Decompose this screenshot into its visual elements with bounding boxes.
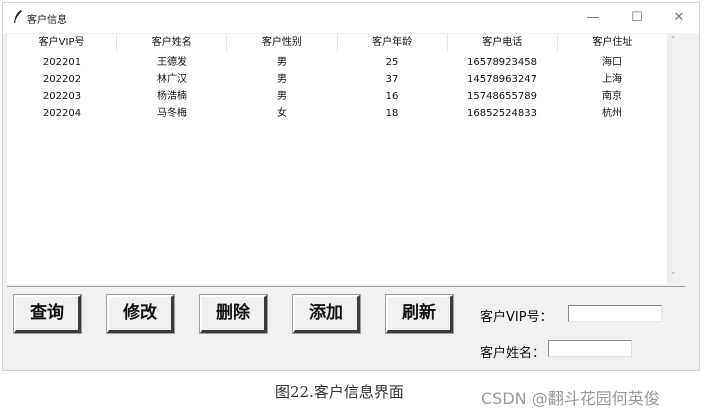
- column-header-age[interactable]: 客户年龄: [338, 34, 448, 52]
- cell-gender: 男: [277, 91, 287, 102]
- cell-gender: 女: [277, 108, 287, 119]
- cell-gender: 男: [277, 57, 287, 68]
- cell-address: 杭州: [602, 108, 622, 119]
- cell-phone: 15748655789: [467, 91, 537, 102]
- cell-vip: 202204: [42, 108, 82, 119]
- cell-name: 王德发: [157, 57, 187, 68]
- scroll-down-icon[interactable]: ˅: [671, 272, 676, 282]
- minimize-button[interactable]: —: [573, 6, 613, 30]
- close-button[interactable]: ✕: [659, 6, 699, 30]
- modify-button[interactable]: 修改: [106, 294, 175, 334]
- cell-name: 马冬梅: [157, 108, 187, 119]
- cell-phone: 14578963247: [467, 74, 537, 85]
- cell-age: 37: [385, 74, 399, 85]
- delete-button[interactable]: 删除: [199, 294, 268, 334]
- column-header-address[interactable]: 客户住址: [558, 34, 667, 52]
- divider: [7, 286, 685, 287]
- table-row[interactable]: 202201 王德发 男 25 16578923458 海口: [7, 54, 667, 71]
- vip-input[interactable]: [568, 305, 662, 322]
- refresh-button[interactable]: 刷新: [385, 294, 454, 334]
- name-label: 客户姓名：: [480, 346, 546, 361]
- cell-vip: 202201: [42, 57, 82, 68]
- cell-age: 18: [385, 108, 399, 119]
- figure-caption: 图22.客户信息界面: [275, 383, 404, 401]
- table-row[interactable]: 202204 马冬梅 女 18 16852524833 杭州: [7, 105, 667, 122]
- column-header-vip[interactable]: 客户VIP号: [7, 34, 118, 52]
- maximize-button[interactable]: ☐: [617, 6, 657, 30]
- cell-address: 上海: [602, 74, 622, 85]
- window-title: 客户信息: [27, 15, 67, 26]
- cell-phone: 16852524833: [467, 108, 537, 119]
- customer-table[interactable]: 客户VIP号 客户姓名 客户性别 客户年龄 客户电话 客户住址 202201 王…: [7, 34, 667, 284]
- table-row[interactable]: 202202 林广汉 男 37 14578963247 上海: [7, 71, 667, 88]
- column-header-name[interactable]: 客户姓名: [117, 34, 228, 52]
- title-bar: 客户信息 — ☐ ✕: [3, 3, 699, 33]
- app-window: 客户信息 — ☐ ✕ 客户VIP号 客户姓名 客户性别 客户年龄 客户电话 客户…: [2, 2, 700, 371]
- vertical-scrollbar[interactable]: ˄ ˅: [667, 34, 685, 286]
- table-body: 202201 王德发 男 25 16578923458 海口 202202 林广…: [7, 54, 667, 122]
- column-header-gender[interactable]: 客户性别: [227, 34, 338, 52]
- cell-age: 25: [385, 57, 399, 68]
- cell-vip: 202202: [42, 74, 82, 85]
- column-header-phone[interactable]: 客户电话: [448, 34, 558, 52]
- cell-vip: 202203: [42, 91, 82, 102]
- cell-gender: 男: [277, 74, 287, 85]
- table-row[interactable]: 202203 杨浩楠 男 16 15748655789 南京: [7, 88, 667, 105]
- add-button[interactable]: 添加: [292, 294, 361, 334]
- vip-label: 客户VIP号：: [480, 310, 553, 325]
- feather-app-icon: [14, 10, 22, 23]
- query-button[interactable]: 查询: [13, 294, 82, 334]
- cell-age: 16: [385, 91, 399, 102]
- table-header: 客户VIP号 客户姓名 客户性别 客户年龄 客户电话 客户住址: [7, 34, 667, 52]
- cell-address: 海口: [602, 57, 622, 68]
- cell-address: 南京: [602, 91, 622, 102]
- cell-name: 林广汉: [157, 74, 187, 85]
- cell-phone: 16578923458: [467, 57, 537, 68]
- name-input[interactable]: [548, 340, 632, 357]
- scroll-up-icon[interactable]: ˄: [671, 36, 676, 46]
- cell-name: 杨浩楠: [157, 91, 187, 102]
- watermark: CSDN @翻斗花园何英俊: [481, 389, 660, 408]
